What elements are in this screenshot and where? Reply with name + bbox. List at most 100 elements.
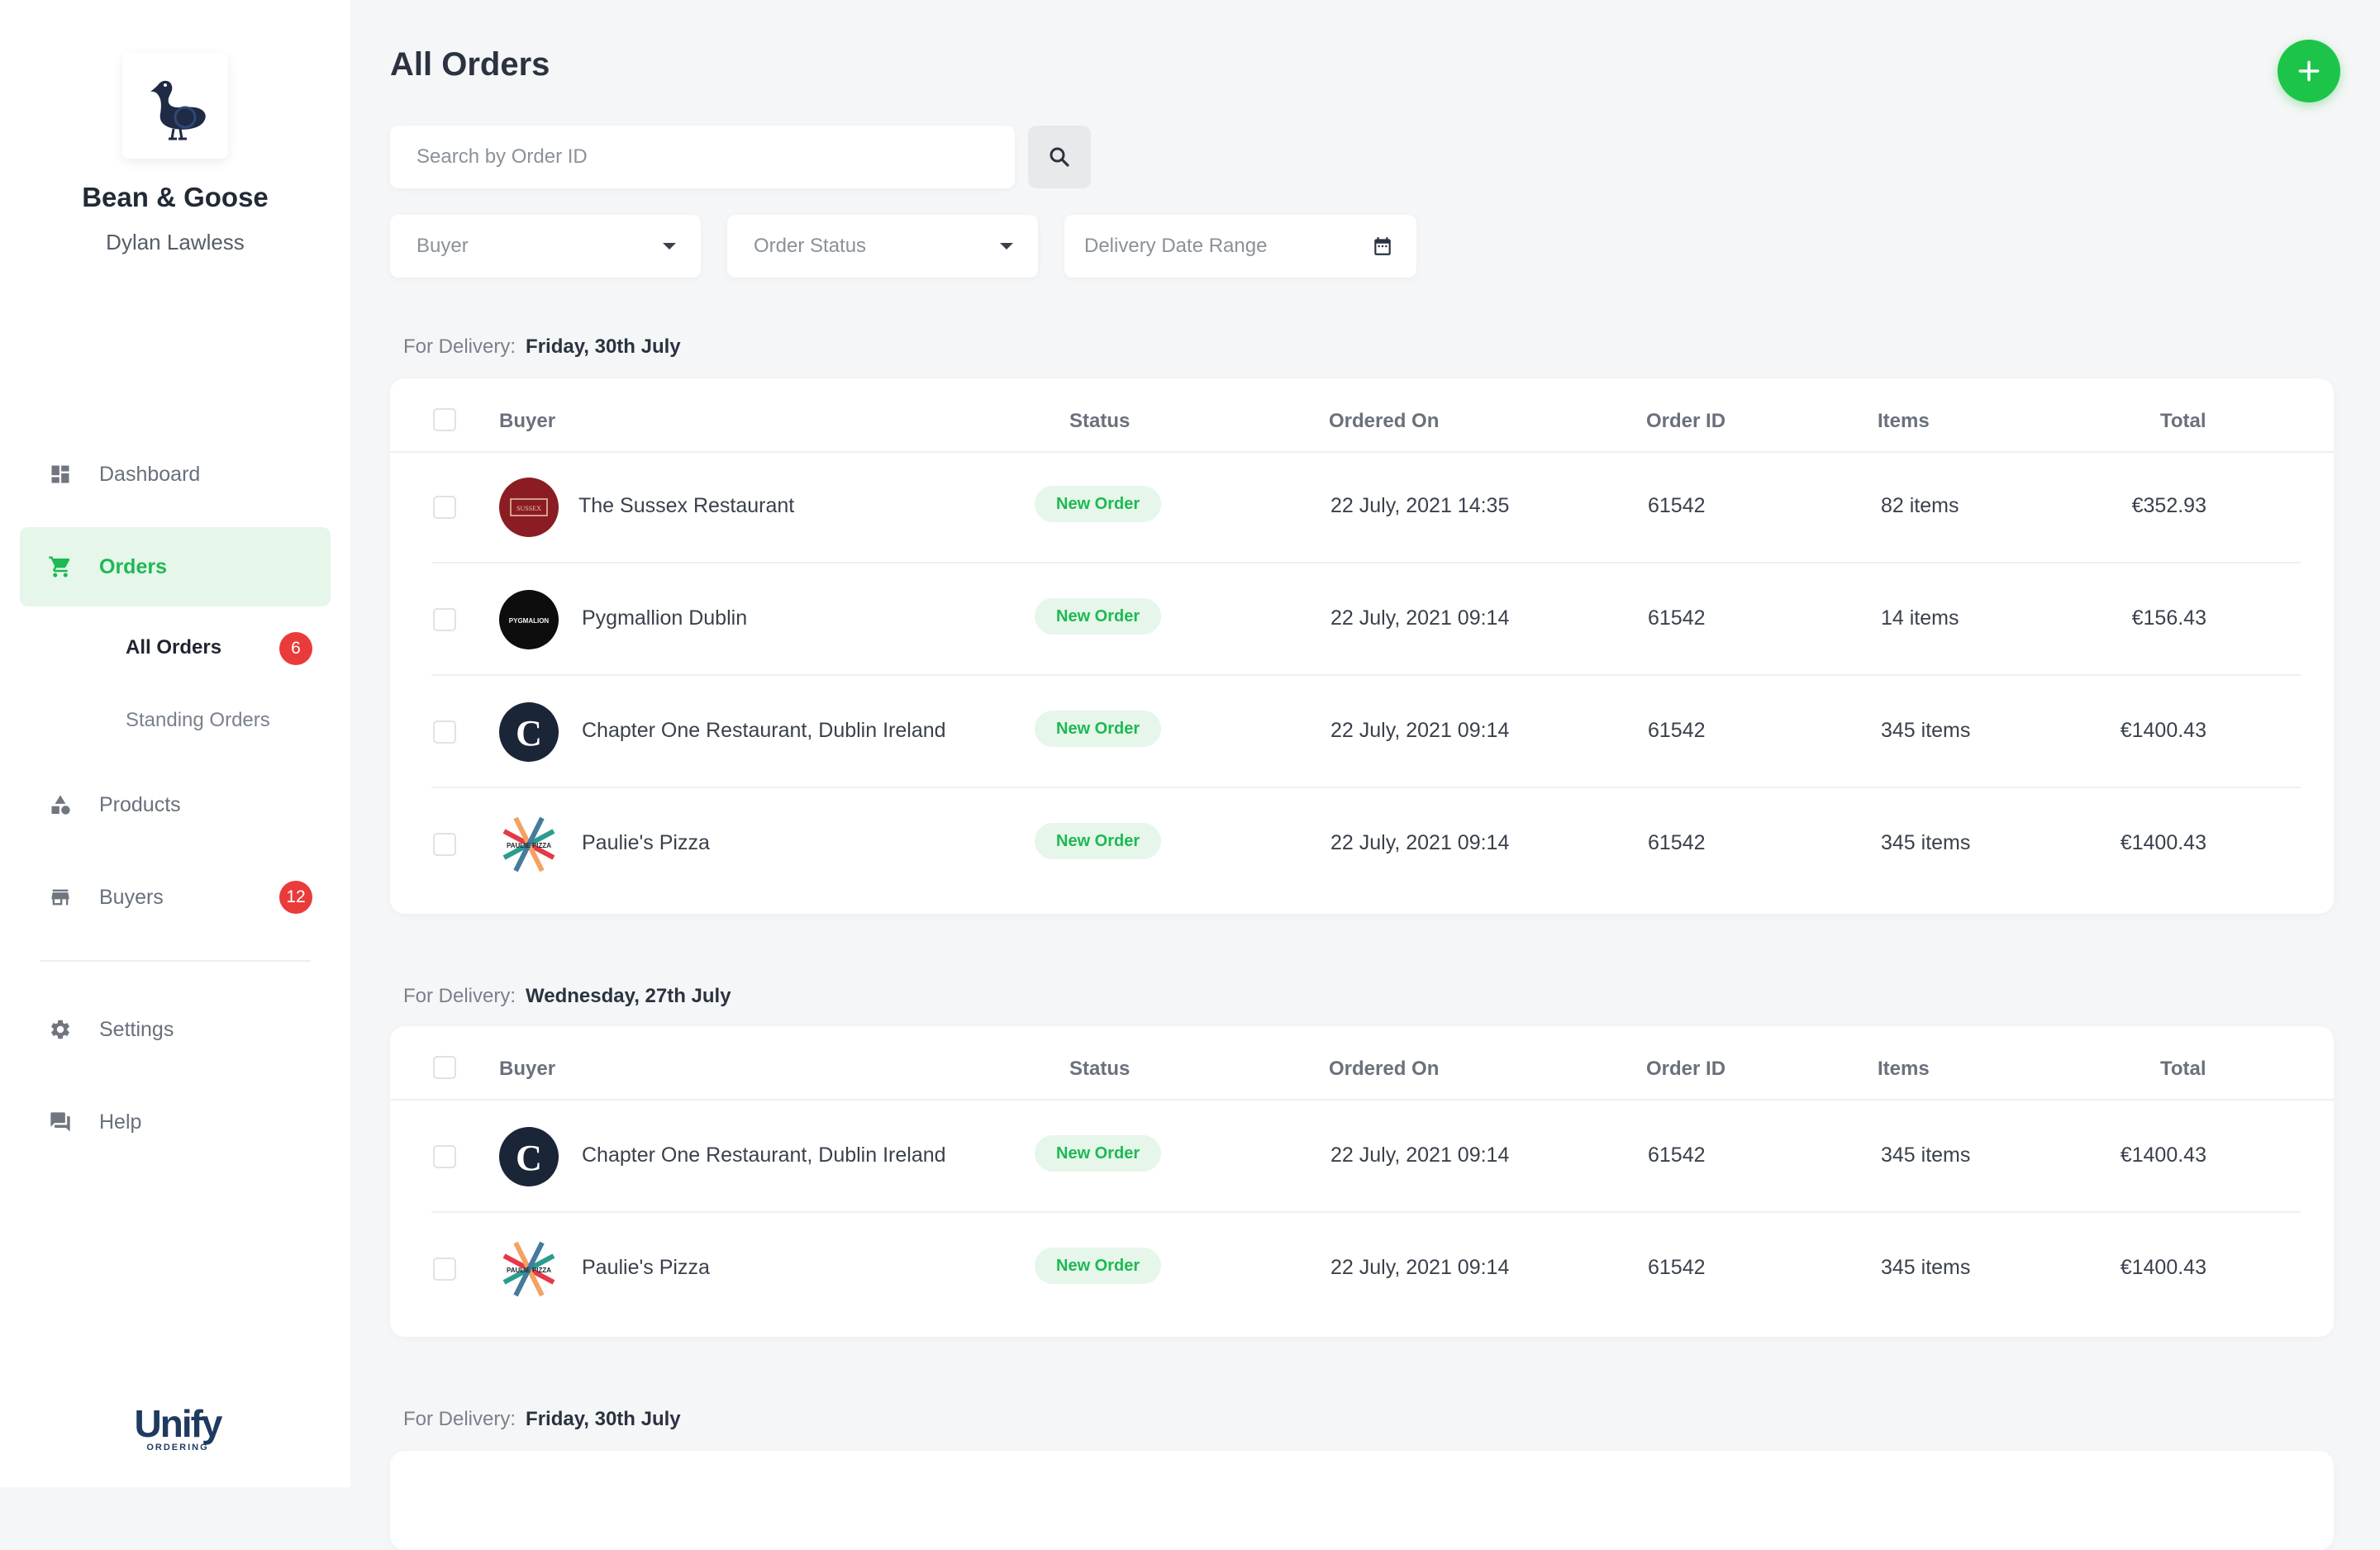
table-header: Buyer Status Ordered On Order ID Items T… [390, 1026, 2334, 1101]
select-all-checkbox[interactable] [433, 408, 456, 431]
nav-settings[interactable]: Settings [20, 990, 331, 1069]
status-badge: New Order [1035, 598, 1162, 635]
nav-all-orders[interactable]: All Orders [126, 636, 221, 659]
ordered-on: 22 July, 2021 14:35 [1330, 494, 1510, 517]
order-total: €1400.43 [2120, 831, 2206, 854]
cart-icon [48, 554, 73, 579]
delivery-date-filter[interactable]: Delivery Date Range [1064, 215, 1416, 278]
ordered-on: 22 July, 2021 09:14 [1330, 606, 1510, 630]
row-checkbox[interactable] [433, 1258, 456, 1281]
delivery-label: For Delivery: [403, 985, 516, 1007]
page-title: All Orders [390, 46, 550, 83]
status-badge: New Order [1035, 823, 1162, 859]
buyer-filter[interactable]: Buyer [390, 215, 701, 278]
header-buyer[interactable]: Buyer [499, 410, 555, 433]
delivery-date-filter-label: Delivery Date Range [1084, 235, 1268, 257]
order-total: €1400.43 [2120, 719, 2206, 742]
delivery-section-label: For Delivery: Wednesday, 27th July [403, 985, 731, 1008]
buyer-avatar: C [499, 1127, 559, 1186]
delivery-date: Friday, 30th July [526, 335, 681, 358]
nav-divider [40, 960, 311, 962]
orders-table: Buyer Status Ordered On Order ID Items T… [390, 1026, 2334, 1337]
dashboard-icon [48, 462, 73, 487]
buyer-avatar: C [499, 702, 559, 762]
header-total[interactable]: Total [2160, 1058, 2206, 1081]
row-checkbox[interactable] [433, 496, 456, 519]
delivery-date: Friday, 30th July [526, 1408, 681, 1430]
plus-icon [2298, 60, 2320, 82]
row-checkbox[interactable] [433, 608, 456, 631]
delivery-section-label: For Delivery: Friday, 30th July [403, 1408, 681, 1431]
table-row[interactable]: C Chapter One Restaurant, Dublin Ireland… [390, 1101, 2334, 1213]
items-count: 345 items [1881, 719, 1971, 742]
orders-table [390, 1451, 2334, 1550]
unify-logo: Unify ORDERING [124, 1405, 231, 1453]
order-id: 61542 [1648, 494, 1706, 517]
status-badge: New Order [1035, 486, 1162, 522]
search-button[interactable] [1028, 126, 1091, 188]
ordered-on: 22 July, 2021 09:14 [1330, 1256, 1510, 1279]
avatar-logo-text: PAULIE PIZZA [507, 1267, 551, 1274]
header-items[interactable]: Items [1878, 1058, 1930, 1081]
avatar-logo-text: C [516, 713, 542, 754]
buyer-filter-label: Buyer [416, 235, 469, 257]
order-total: €1400.43 [2120, 1143, 2206, 1167]
nav-products[interactable]: Products [20, 765, 331, 844]
row-checkbox[interactable] [433, 720, 456, 744]
delivery-section-label: For Delivery: Friday, 30th July [403, 335, 681, 359]
order-status-filter-label: Order Status [754, 235, 867, 257]
unify-logo-text: Unify [134, 1402, 223, 1445]
header-ordered-on[interactable]: Ordered On [1329, 410, 1439, 433]
goose-logo-icon [150, 80, 206, 140]
nav-buyers[interactable]: Buyers 12 [20, 858, 331, 937]
avatar-logo-text: PAULIE PIZZA [507, 842, 551, 849]
header-status[interactable]: Status [1069, 410, 1130, 433]
buyer-name: Chapter One Restaurant, Dublin Ireland [582, 719, 946, 742]
user-name: Dylan Lawless [106, 230, 245, 254]
table-row[interactable]: SUSSEX The Sussex Restaurant New Order 2… [390, 451, 2334, 563]
brand-name: Bean & Goose [82, 182, 269, 212]
order-status-filter[interactable]: Order Status [727, 215, 1038, 278]
items-count: 345 items [1881, 831, 1971, 854]
calendar-icon [1372, 235, 1393, 257]
header-ordered-on[interactable]: Ordered On [1329, 1058, 1439, 1081]
search-input[interactable] [390, 126, 1005, 188]
order-id: 61542 [1648, 831, 1706, 854]
table-row[interactable]: PYGMALION Pygmallion Dublin New Order 22… [390, 563, 2334, 676]
nav-dashboard-label: Dashboard [99, 462, 201, 486]
nav-help-label: Help [99, 1110, 142, 1134]
status-badge: New Order [1035, 1248, 1162, 1284]
nav-help[interactable]: Help [20, 1082, 331, 1162]
buyers-badge: 12 [279, 881, 312, 914]
table-row[interactable]: PAULIE PIZZA Paulie's Pizza New Order 22… [390, 788, 2334, 901]
header-status[interactable]: Status [1069, 1058, 1130, 1081]
ordered-on: 22 July, 2021 09:14 [1330, 719, 1510, 742]
table-header: Buyer Status Ordered On Order ID Items T… [390, 378, 2334, 453]
avatar-logo-text: PYGMALION [509, 617, 550, 625]
header-total[interactable]: Total [2160, 410, 2206, 433]
chevron-down-icon [661, 241, 678, 251]
buyer-name: Pygmallion Dublin [582, 606, 748, 630]
row-checkbox[interactable] [433, 1145, 456, 1168]
header-buyer[interactable]: Buyer [499, 1058, 555, 1081]
nav-orders[interactable]: Orders [20, 527, 331, 606]
nav-dashboard[interactable]: Dashboard [20, 435, 331, 514]
buyer-name: Chapter One Restaurant, Dublin Ireland [582, 1143, 946, 1167]
status-badge: New Order [1035, 1135, 1162, 1172]
header-order-id[interactable]: Order ID [1646, 410, 1726, 433]
delivery-label: For Delivery: [403, 335, 516, 358]
brand-logo [122, 53, 228, 159]
add-order-button[interactable] [2278, 40, 2340, 102]
header-order-id[interactable]: Order ID [1646, 1058, 1726, 1081]
nav-standing-orders[interactable]: Standing Orders [126, 709, 270, 732]
header-items[interactable]: Items [1878, 410, 1930, 433]
order-id: 61542 [1648, 719, 1706, 742]
table-row[interactable]: PAULIE PIZZA Paulie's Pizza New Order 22… [390, 1213, 2334, 1325]
buyer-avatar: SUSSEX [499, 478, 559, 537]
orders-table: Buyer Status Ordered On Order ID Items T… [390, 378, 2334, 914]
table-row[interactable]: C Chapter One Restaurant, Dublin Ireland… [390, 676, 2334, 788]
select-all-checkbox[interactable] [433, 1056, 456, 1079]
nav-buyers-label: Buyers [99, 885, 164, 909]
items-count: 345 items [1881, 1256, 1971, 1279]
row-checkbox[interactable] [433, 833, 456, 856]
